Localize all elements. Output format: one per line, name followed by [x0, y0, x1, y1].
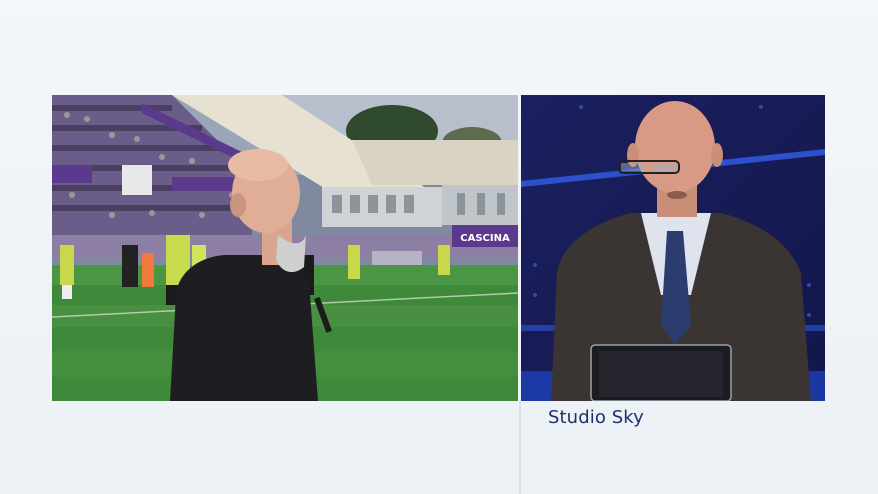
- ad-board-left: [52, 165, 92, 183]
- stadium-banner-text: CASCINA: [460, 233, 510, 244]
- studio-video-panel[interactable]: [521, 95, 825, 401]
- tablet: [590, 344, 732, 401]
- studio-scene: [521, 95, 825, 401]
- studio-caption: Studio Sky: [548, 407, 644, 428]
- panel-divider: [519, 401, 521, 494]
- stadium-video-panel[interactable]: CASCINA: [52, 95, 518, 401]
- stadium-scene: CASCINA: [52, 95, 518, 401]
